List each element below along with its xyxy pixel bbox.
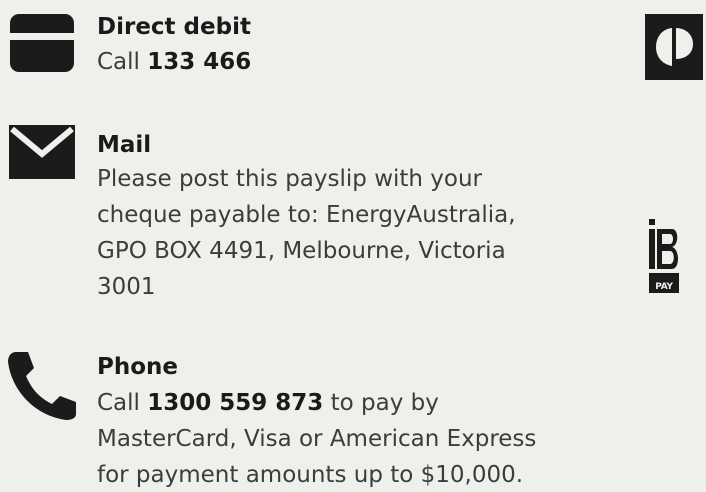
mail-title: Mail — [97, 132, 152, 158]
mail-line: Please post this payslip with your — [97, 166, 483, 192]
direct-debit-title: Direct debit — [97, 14, 251, 40]
envelope-icon — [9, 125, 75, 179]
phone-call-line: Call 1300 559 873 to pay by — [97, 387, 439, 419]
bpay-logo: PAY — [646, 213, 682, 295]
call-prefix: Call — [97, 390, 148, 416]
phone-line: for payment amounts up to $10,000. — [97, 462, 524, 488]
direct-debit-phone-number: 133 466 — [147, 49, 252, 75]
mail-line: 3001 — [97, 274, 156, 300]
call-prefix: Call — [97, 49, 148, 75]
call-suffix: to pay by — [323, 390, 439, 416]
card-icon — [10, 14, 74, 72]
bpay-logo-text: PAY — [655, 282, 673, 292]
phone-title: Phone — [97, 354, 179, 380]
mail-line: cheque payable to: EnergyAustralia, — [97, 202, 516, 228]
direct-debit-call: Call 133 466 — [97, 46, 251, 78]
phone-line: MasterCard, Visa or American Express — [97, 426, 537, 452]
phone-icon — [8, 352, 76, 420]
mail-line: GPO BOX 4491, Melbourne, Victoria — [97, 238, 506, 264]
phone-number: 1300 559 873 — [147, 390, 324, 416]
australia-post-logo — [645, 14, 703, 80]
